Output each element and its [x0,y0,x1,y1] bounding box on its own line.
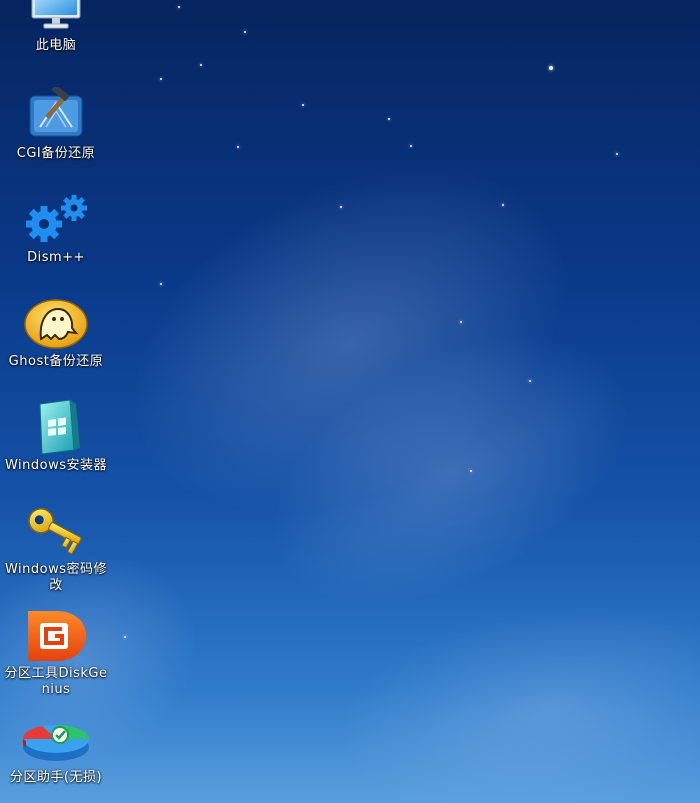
windows-installer-icon [20,398,92,456]
cgi-backup-icon [20,86,92,144]
desktop-icon-ghost[interactable]: Ghost备份还原 [0,294,112,370]
desktop-icon-label: Ghost备份还原 [8,354,104,369]
wallpaper-star [460,321,462,323]
partition-assistant-icon [20,710,92,768]
wallpaper-star [410,145,412,147]
diskgenius-icon [20,606,92,664]
key-icon [20,502,92,560]
wallpaper-star [549,66,553,70]
wallpaper-star [178,6,180,8]
desktop-icon-partition-assistant[interactable]: 分区助手(无损) [0,710,112,786]
desktop-icon-label: 分区助手(无损) [9,770,103,785]
wallpaper-star [470,470,472,472]
desktop-icon-dism[interactable]: Dism++ [0,190,112,266]
wallpaper-star [340,206,342,208]
wallpaper-cloud [328,581,700,803]
wallpaper-star [237,146,239,148]
desktop-icon-windows-installer[interactable]: Windows安装器 [0,398,112,474]
desktop-icon-windows-password[interactable]: Windows密码修改 [0,502,112,594]
desktop-icon-cgi-backup[interactable]: CGI备份还原 [0,86,112,162]
desktop-icon-label: CGI备份还原 [16,146,96,161]
wallpaper-star [529,380,531,382]
wallpaper-star [160,78,162,80]
wallpaper-star [388,118,390,120]
desktop-icon-label: Windows密码修改 [4,562,108,593]
wallpaper-star [124,636,126,638]
desktop-icon-this-pc[interactable]: 此电脑 [0,0,112,54]
wallpaper-star [302,104,304,106]
wallpaper-star [244,31,246,33]
desktop-icon-label: Windows安装器 [4,458,108,473]
computer-icon [20,0,92,36]
desktop-icon-label: 分区工具DiskGenius [4,666,108,697]
wallpaper-star [502,204,504,206]
wallpaper-star [160,283,162,285]
desktop-icon-label: Dism++ [27,250,85,265]
gears-icon [20,190,92,248]
ghost-icon [20,294,92,352]
desktop-icon-diskgenius[interactable]: 分区工具DiskGenius [0,606,112,698]
wallpaper-star [616,153,618,155]
wallpaper-star [200,64,202,66]
desktop-icon-label: 此电脑 [35,38,77,53]
